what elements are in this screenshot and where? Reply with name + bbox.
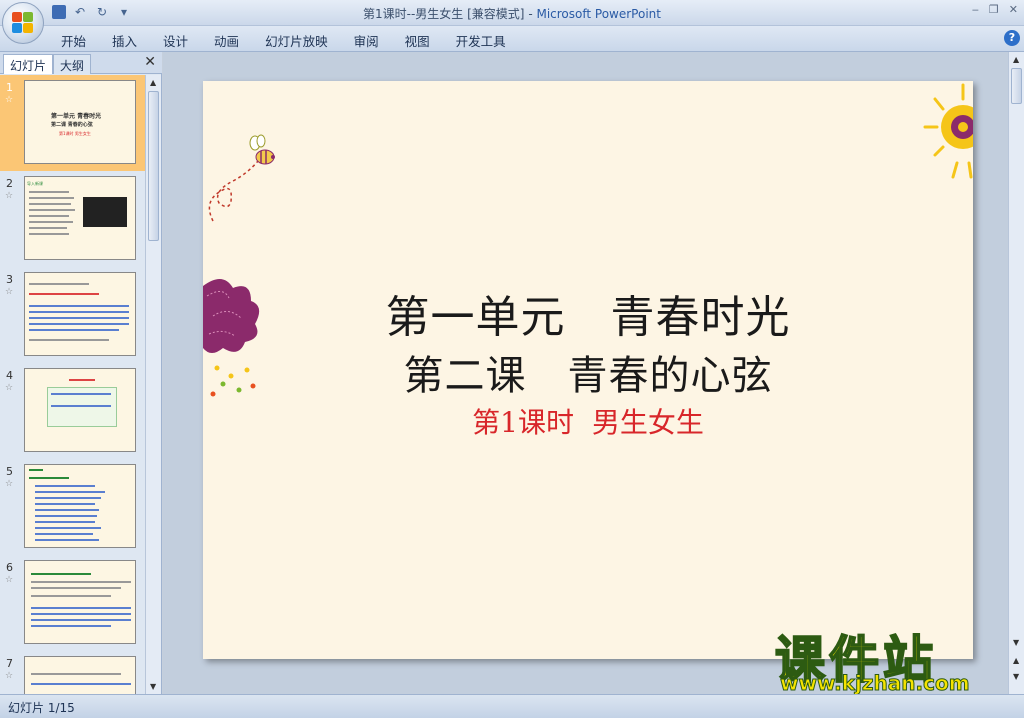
watermark-url: www.kjzhan.com	[780, 671, 971, 696]
slide-preview	[24, 272, 136, 356]
slide-title-line2[interactable]: 第二课 青春的心弦	[203, 343, 973, 401]
document-name: 第1课时--男生女生 [兼容模式]	[363, 7, 525, 21]
slide-number: 7	[6, 657, 13, 670]
ribbon-menu: 开始 插入 设计 动画 幻灯片放映 审阅 视图 开发工具	[48, 31, 519, 50]
tab-outline[interactable]: 大纲	[53, 54, 92, 74]
slide-thumbnail-1[interactable]: 1 ☆ 第一单元 青春时光 第二课 青春的心弦 第1课时 男生女生	[0, 75, 146, 171]
animation-star-icon: ☆	[5, 671, 14, 681]
scroll-up-icon[interactable]: ▲	[1013, 55, 1019, 64]
subtitle-lesson: 第1课时	[472, 406, 574, 439]
animation-star-icon: ☆	[5, 479, 14, 489]
office-logo-icon	[12, 12, 34, 34]
minimize-icon[interactable]: ‒	[972, 3, 979, 16]
thumb-text: 第一单元 青春时光	[51, 113, 102, 120]
animation-star-icon: ☆	[5, 575, 14, 585]
slide-number: 2	[6, 177, 13, 190]
tab-design[interactable]: 设计	[150, 31, 201, 50]
panel-tabs: 幻灯片 大纲 ✕	[0, 52, 162, 74]
slide-preview	[24, 368, 136, 452]
tab-insert[interactable]: 插入	[99, 31, 150, 50]
title-bar: ↶ ↻ ▾ 第1课时--男生女生 [兼容模式] - Microsoft Powe…	[0, 0, 1024, 26]
tab-developer[interactable]: 开发工具	[443, 31, 519, 50]
help-icon[interactable]: ?	[1004, 30, 1020, 46]
window-title: 第1课时--男生女生 [兼容模式] - Microsoft PowerPoint	[0, 5, 1024, 22]
animation-star-icon: ☆	[5, 95, 14, 105]
slide-preview: 导入新课	[24, 176, 136, 260]
slide-preview	[24, 464, 136, 548]
restore-icon[interactable]: ❐	[989, 3, 999, 16]
scroll-thumb[interactable]	[1011, 68, 1022, 104]
slide-title-line1[interactable]: 第一单元 青春时光	[203, 281, 973, 345]
slide-preview	[24, 656, 136, 694]
window-controls: ‒ ❐ ✕	[972, 3, 1018, 16]
slide-number: 3	[6, 273, 13, 286]
thumb-text: 第1课时 男生女生	[59, 131, 91, 136]
tab-view[interactable]: 视图	[392, 31, 443, 50]
slide-indicator: 幻灯片 1/15	[8, 701, 75, 715]
slide-thumbnail-7[interactable]: 7 ☆	[0, 651, 146, 694]
animation-star-icon: ☆	[5, 191, 14, 201]
slide-number: 5	[6, 465, 13, 478]
slide-thumbnail-6[interactable]: 6 ☆	[0, 555, 146, 651]
slide-thumbnail-5[interactable]: 5 ☆	[0, 459, 146, 555]
sun-icon	[923, 83, 973, 179]
slide-thumbnail-4[interactable]: 4 ☆	[0, 363, 146, 459]
slide-canvas[interactable]: 第一单元 青春时光 第二课 青春的心弦 第1课时 男生女生	[203, 81, 973, 659]
tab-slides[interactable]: 幻灯片	[3, 54, 54, 74]
slide-preview	[24, 560, 136, 644]
ribbon-tabs: 开始 插入 设计 动画 幻灯片放映 审阅 视图 开发工具 ?	[0, 26, 1024, 52]
slide-subtitle[interactable]: 第1课时 男生女生	[203, 401, 973, 441]
prev-slide-icon[interactable]: ▲	[1013, 656, 1019, 665]
scroll-down-icon[interactable]: ▼	[150, 682, 156, 691]
thumb-text: 导入新课	[27, 181, 43, 186]
status-bar: 幻灯片 1/15	[0, 694, 1024, 718]
subtitle-topic: 男生女生	[591, 406, 704, 439]
thumbnail-scrollbar[interactable]: ▲ ▼	[145, 75, 161, 694]
tab-animations[interactable]: 动画	[201, 31, 252, 50]
next-slide-icon[interactable]: ▼	[1013, 672, 1019, 681]
slide-thumbnail-2[interactable]: 2 ☆ 导入新课	[0, 171, 146, 267]
bee-icon	[208, 134, 275, 222]
scroll-up-icon[interactable]: ▲	[150, 78, 156, 87]
close-icon[interactable]: ✕	[144, 54, 156, 70]
tab-slideshow[interactable]: 幻灯片放映	[252, 31, 341, 50]
animation-star-icon: ☆	[5, 287, 14, 297]
tab-home[interactable]: 开始	[48, 31, 99, 50]
slide-preview: 第一单元 青春时光 第二课 青春的心弦 第1课时 男生女生	[24, 80, 136, 164]
title-separator: -	[524, 7, 537, 21]
slide-thumbnail-3[interactable]: 3 ☆	[0, 267, 146, 363]
tab-review[interactable]: 审阅	[341, 31, 392, 50]
close-window-icon[interactable]: ✕	[1009, 3, 1018, 16]
editor-scrollbar[interactable]: ▲ ▼ ▲ ▼	[1008, 52, 1024, 694]
slide-editor: 第一单元 青春时光 第二课 青春的心弦 第1课时 男生女生	[163, 52, 1008, 694]
app-name: Microsoft PowerPoint	[536, 7, 661, 21]
slide-number: 6	[6, 561, 13, 574]
slides-panel: 幻灯片 大纲 ✕ 1 ☆ 第一单元 青春时光 第二课 青春的心弦 第1课时 男生…	[0, 52, 162, 694]
slide-number: 1	[6, 81, 13, 94]
slide-number: 4	[6, 369, 13, 382]
thumbnail-list: 1 ☆ 第一单元 青春时光 第二课 青春的心弦 第1课时 男生女生 2 ☆ 导入…	[0, 75, 146, 694]
scroll-down-icon[interactable]: ▼	[1013, 638, 1019, 647]
thumb-text: 第二课 青春的心弦	[51, 122, 93, 128]
animation-star-icon: ☆	[5, 383, 14, 393]
scroll-thumb[interactable]	[148, 91, 159, 241]
office-button[interactable]	[2, 2, 44, 44]
